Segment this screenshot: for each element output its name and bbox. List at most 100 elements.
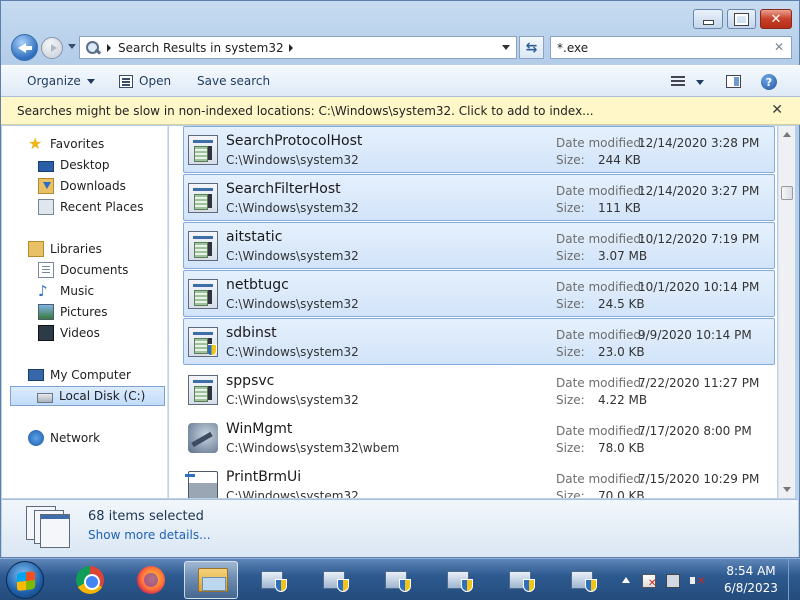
nav-recent-places[interactable]: Recent Places [38, 197, 143, 217]
date-modified-label: Date modified: [556, 328, 646, 342]
size-value: 3.07 MB [598, 249, 648, 263]
open-button[interactable]: Open [119, 74, 171, 88]
minimize-button[interactable] [693, 9, 723, 29]
nav-my-computer[interactable]: My Computer [28, 365, 131, 385]
show-hidden-icons-arrow[interactable] [622, 577, 630, 583]
close-infobar-icon[interactable]: ✕ [771, 102, 783, 118]
results-scrollbar[interactable] [778, 126, 795, 498]
installer-icon [569, 567, 599, 593]
help-icon[interactable]: ? [761, 74, 777, 90]
search-results-list: SearchProtocolHost C:\Windows\system32 Dat… [169, 126, 777, 498]
view-options-dropdown[interactable] [696, 80, 704, 85]
multiple-files-icon [26, 506, 72, 548]
wmi-icon [188, 423, 218, 453]
recent-pages-dropdown[interactable] [68, 44, 76, 49]
result-row[interactable]: netbtugc C:\Windows\system32 Date modified… [183, 270, 775, 317]
title-bar[interactable]: ✕ [1, 1, 800, 33]
result-row[interactable]: sdbinst C:\Windows\system32 Date modified:… [183, 318, 775, 365]
chevron-down-icon [86, 78, 95, 84]
nav-libraries[interactable]: Libraries [28, 239, 102, 259]
chrome-icon [76, 566, 104, 594]
scrollbar-thumb[interactable] [781, 186, 793, 200]
index-warning-bar[interactable]: Searches might be slow in non-indexed lo… [1, 97, 800, 125]
windows-logo-icon [17, 571, 35, 591]
result-row[interactable]: sppsvc C:\Windows\system32 Date modified: 7… [183, 366, 775, 413]
taskbar-installer-6[interactable] [556, 561, 610, 599]
refresh-button[interactable]: ⇆ [519, 36, 544, 59]
save-search-button[interactable]: Save search [197, 74, 270, 88]
close-icon: ✕ [770, 11, 782, 27]
exe-icon [188, 183, 218, 213]
preview-pane-icon[interactable] [726, 75, 741, 88]
breadcrumb-chevron-icon[interactable] [107, 43, 111, 52]
installer-icon [445, 567, 475, 593]
action-center-icon[interactable] [642, 574, 656, 589]
size-label: Size: [556, 489, 585, 498]
maximize-icon [728, 10, 755, 28]
clock[interactable]: 8:54 AM 6/8/2023 [716, 563, 786, 597]
nav-label: Documents [60, 263, 129, 277]
show-desktop-button[interactable] [788, 559, 800, 600]
date-modified-label: Date modified: [556, 184, 646, 198]
index-warning-text[interactable]: Searches might be slow in non-indexed lo… [17, 104, 594, 118]
result-row[interactable]: PrintBrmUi C:\Windows\system32 Date modifi… [183, 462, 775, 498]
taskbar-chrome[interactable] [60, 561, 114, 599]
nav-documents[interactable]: Documents [38, 260, 128, 280]
installer-icon [507, 567, 537, 593]
breadcrumb-search-results[interactable]: Search Results in system32 [118, 41, 284, 55]
size-label: Size: [556, 201, 585, 215]
nav-favorites[interactable]: ★ Favorites [28, 134, 104, 154]
maximize-button[interactable] [727, 9, 756, 29]
exe-icon [188, 135, 218, 165]
size-value: 111 KB [598, 201, 641, 215]
installer-icon [321, 567, 351, 593]
taskbar-installer-5[interactable] [494, 561, 548, 599]
taskbar-explorer[interactable] [184, 561, 238, 599]
nav-videos[interactable]: Videos [38, 323, 100, 343]
size-value: 4.22 MB [598, 393, 648, 407]
change-view-icon[interactable] [671, 75, 685, 88]
computer-icon [28, 369, 44, 381]
explorer-window: ✕ Search Results in system32 ⇆ ✕ Organiz… [0, 0, 800, 558]
back-button[interactable] [11, 34, 38, 61]
taskbar-firefox[interactable] [124, 561, 178, 599]
forward-button[interactable] [41, 37, 63, 59]
search-input[interactable] [557, 40, 767, 55]
taskbar-installer-1[interactable] [246, 561, 300, 599]
result-row[interactable]: SearchProtocolHost C:\Windows\system32 Dat… [183, 126, 775, 173]
address-dropdown-icon[interactable] [502, 45, 510, 50]
show-more-details-link[interactable]: Show more details... [88, 528, 211, 542]
address-bar[interactable]: Search Results in system32 [79, 36, 517, 59]
nav-pictures[interactable]: Pictures [38, 302, 108, 322]
clear-search-icon[interactable]: ✕ [774, 40, 784, 54]
nav-music[interactable]: ♪ Music [38, 281, 94, 301]
start-button[interactable] [6, 561, 44, 599]
taskbar-installer-2[interactable] [308, 561, 362, 599]
result-row[interactable]: WinMgmt C:\Windows\system32\wbem Date modi… [183, 414, 775, 461]
clock-date: 6/8/2023 [724, 581, 778, 595]
breadcrumb-chevron-icon[interactable] [288, 43, 293, 52]
taskbar-installer-3[interactable] [370, 561, 424, 599]
organize-button[interactable]: Organize [27, 74, 95, 88]
result-row[interactable]: aitstatic C:\Windows\system32 Date modifie… [183, 222, 775, 269]
nav-local-disk[interactable]: Local Disk (C:) [10, 386, 165, 406]
nav-desktop[interactable]: Desktop [38, 155, 110, 175]
navigation-row: Search Results in system32 ⇆ ✕ [1, 33, 800, 63]
network-tray-icon[interactable] [666, 574, 680, 588]
search-box[interactable]: ✕ [550, 36, 792, 59]
result-row[interactable]: SearchFilterHost C:\Windows\system32 Date … [183, 174, 775, 221]
nav-label: Recent Places [60, 200, 144, 214]
nav-label: Downloads [60, 179, 126, 193]
volume-muted-icon[interactable] [690, 574, 705, 588]
close-button[interactable]: ✕ [760, 9, 792, 29]
details-pane: 68 items selected Show more details... [2, 499, 798, 557]
scroll-down-icon[interactable] [783, 487, 791, 492]
taskbar-installer-4[interactable] [432, 561, 486, 599]
nav-downloads[interactable]: Downloads [38, 176, 126, 196]
date-modified-label: Date modified: [556, 472, 646, 486]
network-icon [28, 430, 44, 446]
scroll-up-icon[interactable] [783, 132, 791, 137]
nav-network[interactable]: Network [28, 428, 100, 448]
folder-icon [198, 568, 228, 592]
date-modified-value: 9/9/2020 10:14 PM [638, 328, 752, 342]
